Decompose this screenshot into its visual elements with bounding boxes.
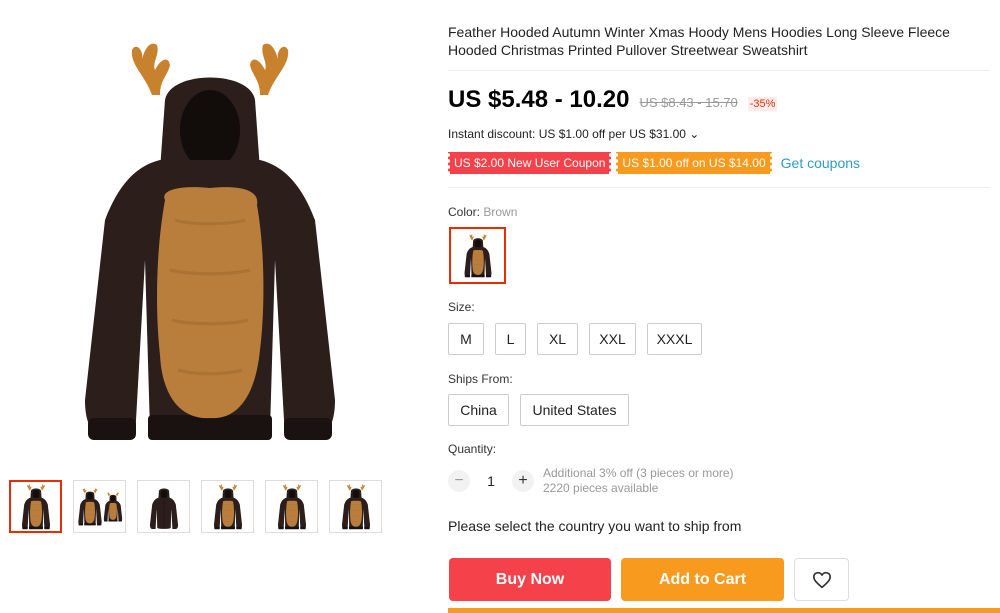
size-option-xl[interactable]: XL: [537, 323, 578, 355]
thumbnail-4[interactable]: [201, 480, 254, 533]
thumbnail-2[interactable]: [73, 480, 126, 533]
add-to-cart-button[interactable]: Add to Cart: [621, 558, 784, 601]
quantity-stepper: − 1 + Additional 3% off (3 pieces or mor…: [448, 466, 734, 496]
thumbnail-1[interactable]: [9, 480, 62, 533]
quantity-label: Quantity:: [448, 442, 497, 456]
size-option-l[interactable]: L: [495, 323, 526, 355]
thumbnail-5[interactable]: [265, 480, 318, 533]
size-options: M L XL XXL XXXL: [448, 323, 702, 355]
color-label: Color: Brown: [448, 205, 517, 219]
color-label-text: Color:: [448, 205, 481, 219]
new-user-coupon[interactable]: US $2.00 New User Coupon: [446, 152, 613, 174]
size-label: Size:: [448, 300, 475, 314]
divider: [448, 70, 990, 71]
thumbnail-3[interactable]: [137, 480, 190, 533]
discount-badge: -35%: [747, 97, 778, 111]
quantity-available-info: 2220 pieces available: [543, 481, 659, 495]
quantity-value[interactable]: 1: [470, 473, 512, 489]
wishlist-button[interactable]: [794, 558, 849, 601]
size-option-xxxl[interactable]: XXXL: [647, 323, 702, 355]
instant-discount[interactable]: Instant discount: US $1.00 off per US $3…: [448, 127, 699, 141]
get-coupons-link[interactable]: Get coupons: [781, 155, 860, 171]
quantity-plus-button[interactable]: +: [512, 470, 534, 492]
ships-from-label: Ships From:: [448, 372, 513, 386]
main-product-image[interactable]: [60, 20, 360, 465]
quantity-info: Additional 3% off (3 pieces or more) 222…: [543, 466, 734, 496]
ships-from-united-states[interactable]: United States: [520, 394, 629, 426]
color-selected-value: Brown: [483, 205, 518, 219]
current-price: US $5.48 - 10.20: [448, 86, 630, 113]
buy-now-button[interactable]: Buy Now: [449, 558, 611, 601]
ships-from-china[interactable]: China: [448, 394, 509, 426]
store-coupon[interactable]: US $1.00 off on US $14.00: [615, 152, 773, 174]
quantity-discount-info: Additional 3% off (3 pieces or more): [543, 466, 734, 480]
ships-from-options: China United States: [448, 394, 629, 426]
divider: [448, 187, 990, 188]
quantity-minus-button[interactable]: −: [448, 470, 470, 492]
thumbnail-6[interactable]: [329, 480, 382, 533]
heart-icon: [812, 571, 831, 588]
price-row: US $5.48 - 10.20 US $8.43 - 15.70 -35%: [448, 86, 778, 114]
coupon-row: US $2.00 New User Coupon US $1.00 off on…: [446, 152, 860, 174]
bottom-accent-bar: [448, 608, 1000, 613]
thumbnail-strip: [9, 480, 382, 533]
size-option-xxl[interactable]: XXL: [589, 323, 636, 355]
color-swatch-brown[interactable]: [449, 227, 506, 284]
product-title: Feather Hooded Autumn Winter Xmas Hoody …: [448, 24, 950, 58]
size-option-m[interactable]: M: [448, 323, 484, 355]
ship-country-message: Please select the country you want to sh…: [448, 518, 742, 534]
original-price: US $8.43 - 15.70: [639, 95, 738, 110]
